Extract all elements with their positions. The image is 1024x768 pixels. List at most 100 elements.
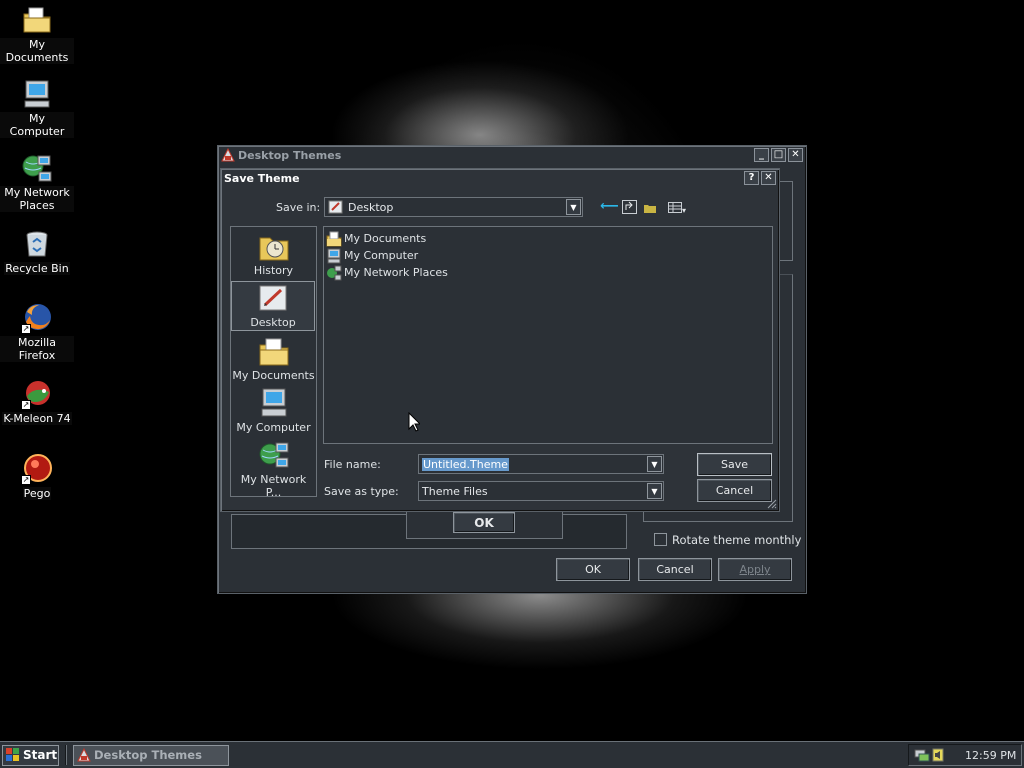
shortcut-arrow-icon: ↗	[21, 400, 31, 410]
up-folder-icon[interactable]	[622, 200, 637, 214]
desktop-icon-k-meleon[interactable]: ↗ K-Meleon 74	[0, 378, 74, 425]
desktop-icon-my-computer[interactable]: My Computer	[0, 78, 74, 138]
file-list[interactable]: My Documents My Computer My Network Plac…	[323, 226, 773, 444]
desktop-icon-my-documents[interactable]: My Documents	[0, 4, 74, 64]
task-label: Desktop Themes	[94, 748, 202, 762]
desktop-icon-mozilla-firefox[interactable]: ↗ Mozilla Firefox	[0, 302, 74, 362]
file-list-label: My Computer	[344, 249, 419, 262]
places-my-documents[interactable]: My Documents	[232, 337, 315, 383]
save-type-select[interactable]: Theme Files ▼	[418, 481, 664, 501]
places-my-network[interactable]: My Network P...	[232, 439, 315, 499]
file-list-item[interactable]: My Network Places	[326, 264, 772, 281]
computer-icon	[258, 387, 290, 419]
file-name-input[interactable]: Untitled.Theme ▼	[418, 454, 664, 474]
network-places-icon	[258, 439, 290, 471]
save-theme-dialog[interactable]: Save Theme ? ✕ Save in: Desktop ▼ ⟵ ▾ Hi…	[220, 168, 780, 512]
places-label: History	[253, 264, 294, 277]
taskbar: Start Desktop Themes 12:59 PM	[0, 741, 1024, 768]
computer-icon	[21, 78, 53, 110]
windows-logo-icon	[6, 748, 20, 762]
save-button[interactable]: Save	[697, 453, 772, 476]
desktop-icon-recycle-bin[interactable]: Recycle Bin	[0, 228, 74, 275]
desktop-icon-label: K-Meleon 74	[2, 412, 72, 425]
themes-ok-button[interactable]: OK	[556, 558, 630, 581]
chevron-down-icon[interactable]: ▼	[647, 456, 662, 472]
desktop-icon-label: Recycle Bin	[4, 262, 70, 275]
desktop-themes-title: Desktop Themes	[238, 148, 342, 162]
themes-right-panel-top	[778, 181, 793, 261]
close-button[interactable]: ✕	[788, 148, 803, 162]
places-label: My Computer	[236, 421, 311, 434]
save-type-value: Theme Files	[422, 484, 488, 498]
view-menu-icon[interactable]: ▾	[668, 202, 692, 215]
folder-documents-icon	[21, 4, 53, 36]
computer-icon	[326, 248, 342, 264]
places-label: Desktop	[250, 316, 296, 329]
places-desktop[interactable]: Desktop	[231, 281, 315, 331]
shortcut-arrow-icon: ↗	[21, 324, 31, 334]
start-label: Start	[23, 748, 58, 762]
themes-apply-button[interactable]: Apply	[718, 558, 792, 581]
pego-icon: ↗	[21, 453, 53, 485]
network-tray-icon[interactable]	[914, 748, 930, 762]
chevron-down-icon[interactable]: ▼	[566, 199, 581, 215]
save-in-value: Desktop	[348, 200, 394, 214]
network-places-icon	[326, 265, 342, 281]
save-in-select[interactable]: Desktop ▼	[324, 197, 583, 217]
new-folder-icon[interactable]	[644, 203, 656, 213]
folder-documents-icon	[326, 231, 342, 247]
help-button[interactable]: ?	[744, 171, 759, 185]
desktop-icon-label: My Network Places	[0, 186, 74, 212]
file-list-item[interactable]: My Documents	[326, 230, 772, 247]
desktop-icon-pego[interactable]: ↗ Pego	[0, 453, 74, 500]
taskbar-divider	[65, 745, 67, 765]
rotate-theme-checkbox[interactable]	[654, 533, 667, 546]
taskbar-task-desktop-themes[interactable]: Desktop Themes	[73, 744, 229, 766]
themes-app-icon	[221, 147, 235, 162]
desktop-icon-label: My Documents	[0, 38, 74, 64]
maximize-button[interactable]: □	[771, 148, 786, 162]
save-type-label: Save as type:	[324, 485, 399, 498]
minimize-button[interactable]: _	[754, 148, 769, 162]
kmeleon-icon: ↗	[21, 378, 53, 410]
system-tray: 12:59 PM	[908, 744, 1022, 766]
desktop-icon	[257, 284, 289, 314]
start-button[interactable]: Start	[2, 744, 59, 766]
network-places-icon	[21, 152, 53, 184]
file-list-item[interactable]: My Computer	[326, 247, 772, 264]
file-list-label: My Network Places	[344, 266, 448, 279]
desktop-themes-titlebar[interactable]: Desktop Themes _ □ ✕	[218, 146, 806, 164]
themes-app-icon	[77, 747, 91, 762]
desktop-icon	[328, 199, 344, 215]
chevron-down-icon[interactable]: ▼	[647, 483, 662, 499]
save-in-label: Save in:	[276, 201, 321, 214]
resize-grip-icon[interactable]	[765, 497, 777, 509]
history-icon	[258, 232, 290, 262]
desktop-icon-label: Pego	[22, 487, 52, 500]
save-theme-titlebar[interactable]: Save Theme ? ✕	[221, 169, 779, 187]
themes-cancel-button[interactable]: Cancel	[638, 558, 712, 581]
places-my-computer[interactable]: My Computer	[232, 387, 315, 434]
preview-ok-button: OK	[453, 512, 515, 533]
mouse-cursor-icon	[408, 411, 422, 432]
close-button[interactable]: ✕	[761, 171, 776, 185]
shortcut-arrow-icon: ↗	[21, 475, 31, 485]
places-history[interactable]: History	[232, 231, 315, 279]
folder-documents-icon	[258, 337, 290, 367]
recycle-bin-icon	[21, 228, 53, 260]
firefox-icon: ↗	[21, 302, 53, 334]
file-name-value: Untitled.Theme	[422, 457, 509, 471]
desktop-icon-label: My Computer	[0, 112, 74, 138]
desktop-icon-my-network-places[interactable]: My Network Places	[0, 152, 74, 212]
places-label: My Network P...	[240, 473, 307, 499]
places-label: My Documents	[232, 369, 315, 382]
speaker-tray-icon[interactable]	[932, 748, 944, 762]
rotate-theme-label: Rotate theme monthly	[672, 533, 802, 547]
clock: 12:59 PM	[965, 748, 1017, 762]
cancel-button[interactable]: Cancel	[697, 479, 772, 502]
save-theme-title: Save Theme	[224, 171, 300, 185]
file-name-label: File name:	[324, 458, 381, 471]
file-list-label: My Documents	[344, 232, 427, 245]
back-arrow-icon[interactable]: ⟵	[600, 199, 619, 214]
desktop-icon-label: Mozilla Firefox	[0, 336, 74, 362]
